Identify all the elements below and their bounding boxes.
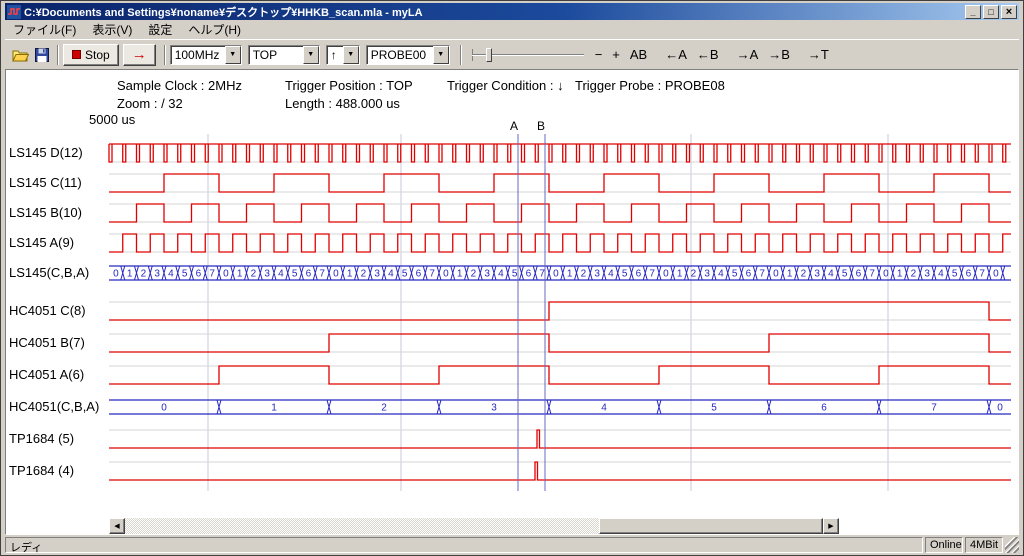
status-memory-badge: 4MBit (965, 537, 1003, 553)
window-title: C:¥Documents and Settings¥noname¥デスクトップ¥… (24, 4, 963, 20)
scrollbar-track[interactable] (125, 518, 823, 534)
title-bar[interactable]: C:¥Documents and Settings¥noname¥デスクトップ¥… (5, 3, 1019, 20)
stop-icon (72, 50, 81, 59)
goto-marker-a-left-button[interactable]: ←A (660, 45, 692, 64)
close-button[interactable]: × (1001, 5, 1017, 19)
toolbar-separator (57, 45, 59, 65)
trigger-position-info: Trigger Position : TOP (285, 78, 413, 93)
status-ready-text: レディ (5, 537, 923, 553)
sample-clock-info: Sample Clock : 2MHz (117, 78, 242, 93)
goto-marker-a-right-button[interactable]: →A (732, 45, 764, 64)
toolbar: Stop → 100MHz ▼ TOP ▼ ↑ ▼ PROBE00 ▼ − + (5, 39, 1019, 69)
chevron-down-icon[interactable]: ▼ (343, 46, 359, 64)
toolbar-separator (460, 45, 462, 65)
stop-label: Stop (85, 48, 110, 62)
sample-clock-select[interactable]: 100MHz ▼ (170, 45, 242, 65)
app-icon[interactable] (7, 5, 21, 19)
maximize-button[interactable]: □ (983, 5, 999, 19)
menu-bar: ファイル(F) 表示(V) 設定 ヘルプ(H) (5, 20, 1019, 39)
menu-settings[interactable]: 設定 (140, 19, 180, 40)
trigger-probe-info: Trigger Probe : PROBE08 (575, 78, 725, 93)
zoom-ab-button[interactable]: AB (625, 45, 652, 64)
resize-grip[interactable] (1005, 537, 1019, 553)
run-arrow-icon: → (132, 46, 147, 63)
scroll-left-button[interactable]: ◀ (109, 518, 125, 534)
save-floppy-icon (35, 48, 49, 62)
chevron-down-icon[interactable]: ▼ (433, 46, 449, 64)
goto-marker-b-left-button[interactable]: ←B (692, 45, 724, 64)
time-scale-label: 5000 us (89, 112, 135, 127)
menu-help[interactable]: ヘルプ(H) (180, 19, 249, 40)
toolbar-separator (164, 45, 166, 65)
save-button[interactable] (31, 44, 53, 66)
chevron-down-icon[interactable]: ▼ (303, 46, 319, 64)
menu-view[interactable]: 表示(V) (84, 19, 140, 40)
open-file-button[interactable] (9, 44, 31, 66)
trigger-condition-info: Trigger Condition : ↓ (447, 78, 564, 93)
trigger-probe-select[interactable]: PROBE00 ▼ (366, 45, 450, 65)
zoom-out-button[interactable]: − (590, 45, 608, 64)
trigger-position-value: TOP (249, 46, 303, 64)
zoom-in-button[interactable]: + (607, 45, 625, 64)
scrollbar-thumb[interactable] (599, 518, 823, 534)
slider-handle[interactable] (486, 48, 492, 62)
zoom-slider[interactable] (472, 45, 584, 65)
goto-trigger-button[interactable]: →T (803, 45, 834, 64)
chevron-down-icon[interactable]: ▼ (225, 46, 241, 64)
trigger-edge-select[interactable]: ↑ ▼ (326, 45, 360, 65)
trigger-edge-value: ↑ (327, 46, 343, 64)
horizontal-scrollbar[interactable]: ◀ ▶ (109, 518, 839, 534)
status-online-badge: Online (925, 537, 963, 553)
minimize-button[interactable]: _ (965, 5, 981, 19)
status-bar: レディ Online 4MBit (5, 537, 1019, 553)
app-window: C:¥Documents and Settings¥noname¥デスクトップ¥… (0, 0, 1024, 556)
trigger-probe-value: PROBE00 (367, 46, 433, 64)
menu-file[interactable]: ファイル(F) (5, 19, 84, 40)
run-button[interactable]: → (123, 44, 156, 66)
zoom-info: Zoom : / 32 (117, 96, 183, 111)
sample-clock-value: 100MHz (171, 46, 225, 64)
open-folder-icon (12, 48, 29, 62)
trigger-position-select[interactable]: TOP ▼ (248, 45, 320, 65)
stop-button[interactable]: Stop (63, 44, 119, 66)
length-info: Length : 488.000 us (285, 96, 400, 111)
scroll-right-button[interactable]: ▶ (823, 518, 839, 534)
goto-marker-b-right-button[interactable]: →B (763, 45, 795, 64)
waveform-area (5, 69, 1019, 535)
